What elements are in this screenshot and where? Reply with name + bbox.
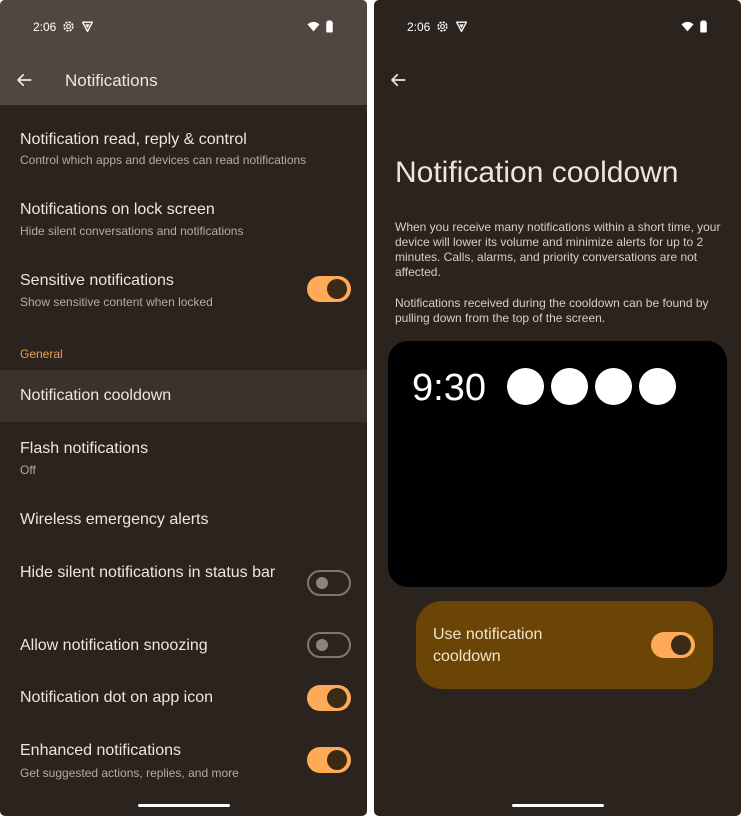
right-phone-screen: 2:06 Notification cooldown When you rece… <box>374 0 741 816</box>
toggle-knob <box>316 639 328 651</box>
gesture-nav-handle[interactable] <box>137 804 230 807</box>
section-header-general: General <box>20 347 63 361</box>
item-title: Flash notifications <box>20 440 149 457</box>
status-bar: 2:06 <box>0 0 367 56</box>
sensitive-notifications-toggle[interactable] <box>307 276 351 302</box>
hide-silent-notifications-toggle[interactable] <box>307 570 351 596</box>
wireless-emergency-alerts-item[interactable]: Wireless emergency alerts <box>0 496 367 544</box>
allow-notification-snoozing-item[interactable]: Allow notification snoozing <box>0 622 367 670</box>
item-subtitle: Get suggested actions, replies, and more <box>20 766 239 780</box>
item-title: Notifications on lock screen <box>20 201 215 218</box>
wifi-icon <box>307 20 320 33</box>
notification-dot-icon <box>639 368 676 405</box>
battery-icon <box>697 20 710 33</box>
notification-dot-toggle[interactable] <box>307 685 351 711</box>
notification-snoozing-toggle[interactable] <box>307 632 351 658</box>
wifi-icon <box>681 20 694 33</box>
toggle-knob <box>316 577 328 589</box>
enhanced-notifications-item[interactable]: Enhanced notifications Get suggested act… <box>0 730 367 788</box>
item-subtitle: Hide silent conversations and notificati… <box>20 224 244 238</box>
item-title: Notification cooldown <box>20 387 172 404</box>
item-subtitle: Off <box>20 463 36 477</box>
notification-dot-icon <box>507 368 544 405</box>
notification-dot-icon <box>551 368 588 405</box>
back-arrow-icon[interactable] <box>15 71 33 89</box>
item-subtitle: Control which apps and devices can read … <box>20 153 307 167</box>
page-title: Notification cooldown <box>395 156 679 189</box>
use-notification-cooldown-card[interactable]: Use notification cooldown <box>416 601 713 689</box>
item-title: Enhanced notifications <box>20 742 181 759</box>
notifications-on-lock-screen-item[interactable]: Notifications on lock screen Hide silent… <box>0 188 367 246</box>
toggle-knob <box>327 688 347 708</box>
cooldown-note: Notifications received during the cooldo… <box>395 296 709 325</box>
settings-gear-icon <box>436 20 449 33</box>
shield-icon <box>455 20 468 33</box>
notification-cooldown-item[interactable]: Notification cooldown <box>0 370 367 422</box>
item-title: Notification dot on app icon <box>20 689 214 706</box>
flash-notifications-item[interactable]: Flash notifications Off <box>0 428 367 484</box>
item-title: Wireless emergency alerts <box>20 511 209 528</box>
item-title: Notification read, reply & control <box>20 131 247 148</box>
shield-icon <box>81 20 94 33</box>
item-title: Hide silent notifications in status bar <box>20 564 276 581</box>
status-time: 2:06 <box>407 20 431 34</box>
page-title: Notifications <box>65 71 158 90</box>
notification-dot-icon <box>595 368 632 405</box>
cooldown-description: When you receive many notifications with… <box>395 220 721 279</box>
toggle-knob <box>327 279 347 299</box>
notification-dot-item[interactable]: Notification dot on app icon <box>0 675 367 723</box>
status-bar: 2:06 <box>374 0 741 56</box>
notification-read-reply-control-item[interactable]: Notification read, reply & control Contr… <box>0 118 367 176</box>
gesture-nav-handle[interactable] <box>511 804 604 807</box>
settings-gear-icon <box>62 20 75 33</box>
back-arrow-icon[interactable] <box>389 71 407 89</box>
item-title: Sensitive notifications <box>20 272 174 289</box>
preview-clock: 9:30 <box>412 367 486 409</box>
item-title: Allow notification snoozing <box>20 637 208 654</box>
left-phone-screen: 2:06 Notifications Notification read, re… <box>0 0 367 816</box>
toggle-knob <box>327 750 347 770</box>
use-cooldown-label: Use notification cooldown <box>433 626 543 665</box>
enhanced-notifications-toggle[interactable] <box>307 747 351 773</box>
hide-silent-notifications-item[interactable]: Hide silent notifications in status bar <box>0 552 367 610</box>
sensitive-notifications-item[interactable]: Sensitive notifications Show sensitive c… <box>0 259 367 317</box>
status-time: 2:06 <box>33 20 57 34</box>
lockscreen-preview: 9:30 <box>388 341 727 587</box>
item-subtitle: Show sensitive content when locked <box>20 295 213 309</box>
toggle-knob <box>671 635 691 655</box>
battery-icon <box>323 20 336 33</box>
use-notification-cooldown-toggle[interactable] <box>651 632 695 658</box>
